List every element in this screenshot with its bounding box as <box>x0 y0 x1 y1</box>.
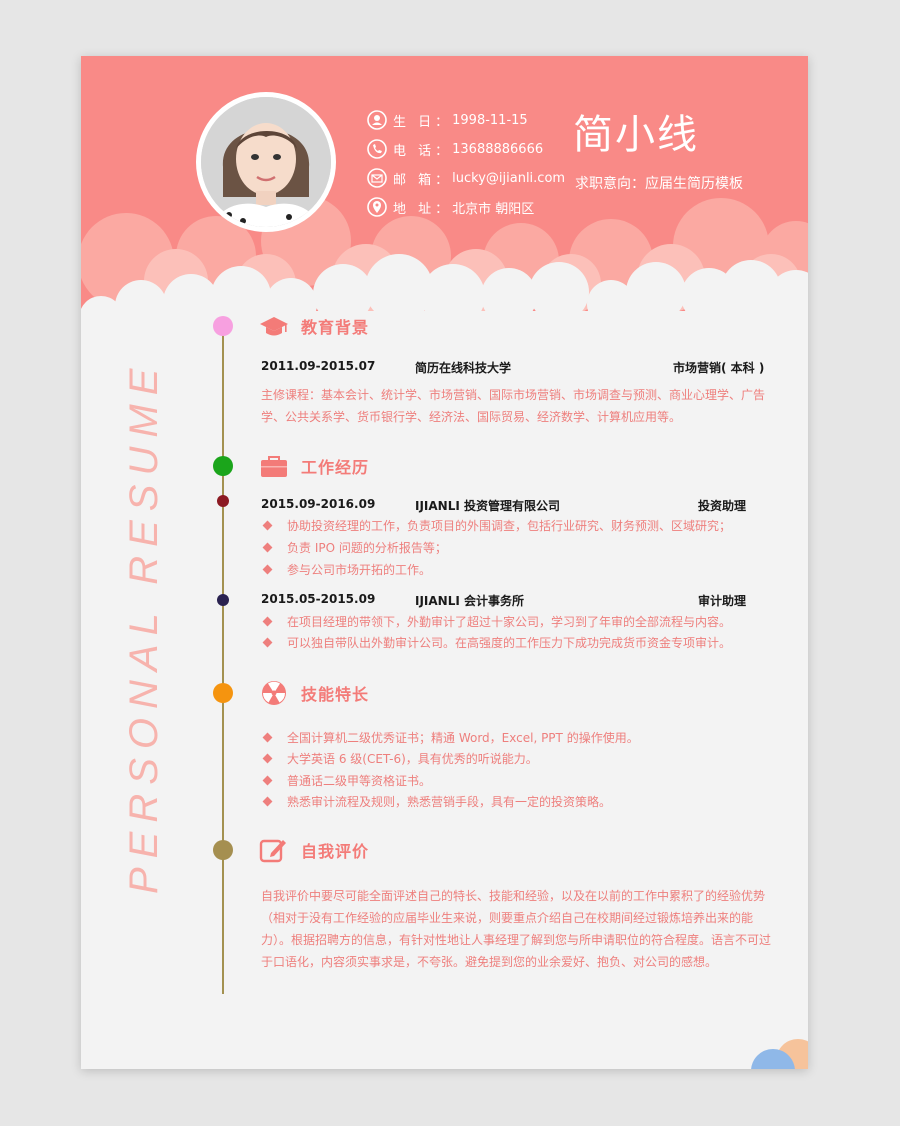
contact-address: 地 址： 北京市 朝阳区 <box>367 195 534 219</box>
job-1-duty: 负责 IPO 问题的分析报告等； <box>262 536 447 558</box>
education-courses: 主修课程：基本会计、统计学、市场营销、国际市场营销、市场调查与预测、商业心理学、… <box>261 388 766 424</box>
timeline-dot-work <box>213 456 233 476</box>
skill-item: 熟悉审计流程及规则，熟悉营销手段，具有一定的投资策略。 <box>262 790 611 812</box>
contact-phone: 电 话： 13688886666 <box>367 137 543 161</box>
self-evaluation-text: 自我评价中要尽可能全面评述自己的特长、技能和经验，以及在以前的工作中累积了的经验… <box>261 889 772 969</box>
corner-bubbles <box>751 1039 808 1069</box>
section-title-work: 工作经历 <box>259 453 369 479</box>
education-period: 2011.09-2015.07 <box>261 359 376 373</box>
timeline-dot-skills <box>213 683 233 703</box>
timeline-dot-job-2 <box>217 594 229 606</box>
job-2-duty: 在项目经理的带领下，外勤审计了超过十家公司，学习到了年审的全部流程与内容。 <box>262 610 731 632</box>
location-icon <box>367 197 387 217</box>
contact-birthday: 生 日： 1998-11-15 <box>367 108 528 132</box>
email-value: lucky@ijianli.com <box>452 170 566 186</box>
job-1-duty: 协助投资经理的工作，负责项目的外围调查，包括行业研究、财务预测、区域研究； <box>262 514 731 536</box>
briefcase-icon <box>261 456 287 477</box>
phone-label: 电 话： <box>393 143 453 159</box>
radiation-icon <box>262 681 286 705</box>
skill-item: 普通话二级甲等资格证书。 <box>262 769 431 791</box>
email-label: 邮 箱： <box>393 172 453 188</box>
job-2-company: IJIANLI 会计事务所 <box>415 594 525 608</box>
graduation-cap-icon <box>260 317 288 336</box>
skill-item: 大学英语 6 级(CET-6)，具有优秀的听说能力。 <box>262 747 538 769</box>
address-value: 北京市 朝阳区 <box>452 201 535 217</box>
svg-text:PERSONAL RESUME: PERSONAL RESUME <box>122 360 166 894</box>
birthday-value: 1998-11-15 <box>452 112 528 128</box>
timeline-dot-self <box>213 840 233 860</box>
job-2-role: 审计助理 <box>698 594 747 608</box>
education-major: 市场营销( 本科 ) <box>673 361 765 375</box>
skill-item: 全国计算机二级优秀证书；精通 Word，Excel, PPT 的操作使用。 <box>262 726 639 748</box>
timeline-dot-job-1 <box>217 495 229 507</box>
mail-icon <box>367 168 387 188</box>
section-title-self: 自我评价 <box>259 837 369 863</box>
address-label: 地 址： <box>393 201 453 217</box>
timeline-line <box>222 326 224 994</box>
phone-icon <box>367 139 387 159</box>
section-title-education: 教育背景 <box>259 313 369 339</box>
job-1-duty: 参与公司市场开拓的工作。 <box>262 558 431 580</box>
phone-value: 13688886666 <box>452 141 544 157</box>
edit-icon <box>259 839 286 863</box>
contact-email: 邮 箱： lucky@ijianli.com <box>367 166 565 190</box>
birthday-label: 生 日： <box>393 114 453 130</box>
job-2-period: 2015.05-2015.09 <box>261 592 376 606</box>
timeline-dot-education <box>213 316 233 336</box>
resume-sheet: 生 日： 1998-11-15 电 话： 13688886666 邮 箱： lu… <box>81 56 808 1069</box>
portrait-image <box>201 97 331 227</box>
avatar <box>196 92 336 232</box>
section-title-skills: 技能特长 <box>259 680 369 706</box>
education-school: 简历在线科技大学 <box>415 361 512 375</box>
candidate-name: 简小线 <box>573 112 699 158</box>
job-2-duty: 可以独自带队出外勤审计公司。在高强度的工作压力下成功完成货币资金专项审计。 <box>262 631 731 653</box>
personal-resume-watermark: PERSONAL RESUME <box>122 360 166 894</box>
person-icon <box>367 110 387 130</box>
job-intent: 求职意向：应届生简历模板 <box>575 176 743 192</box>
